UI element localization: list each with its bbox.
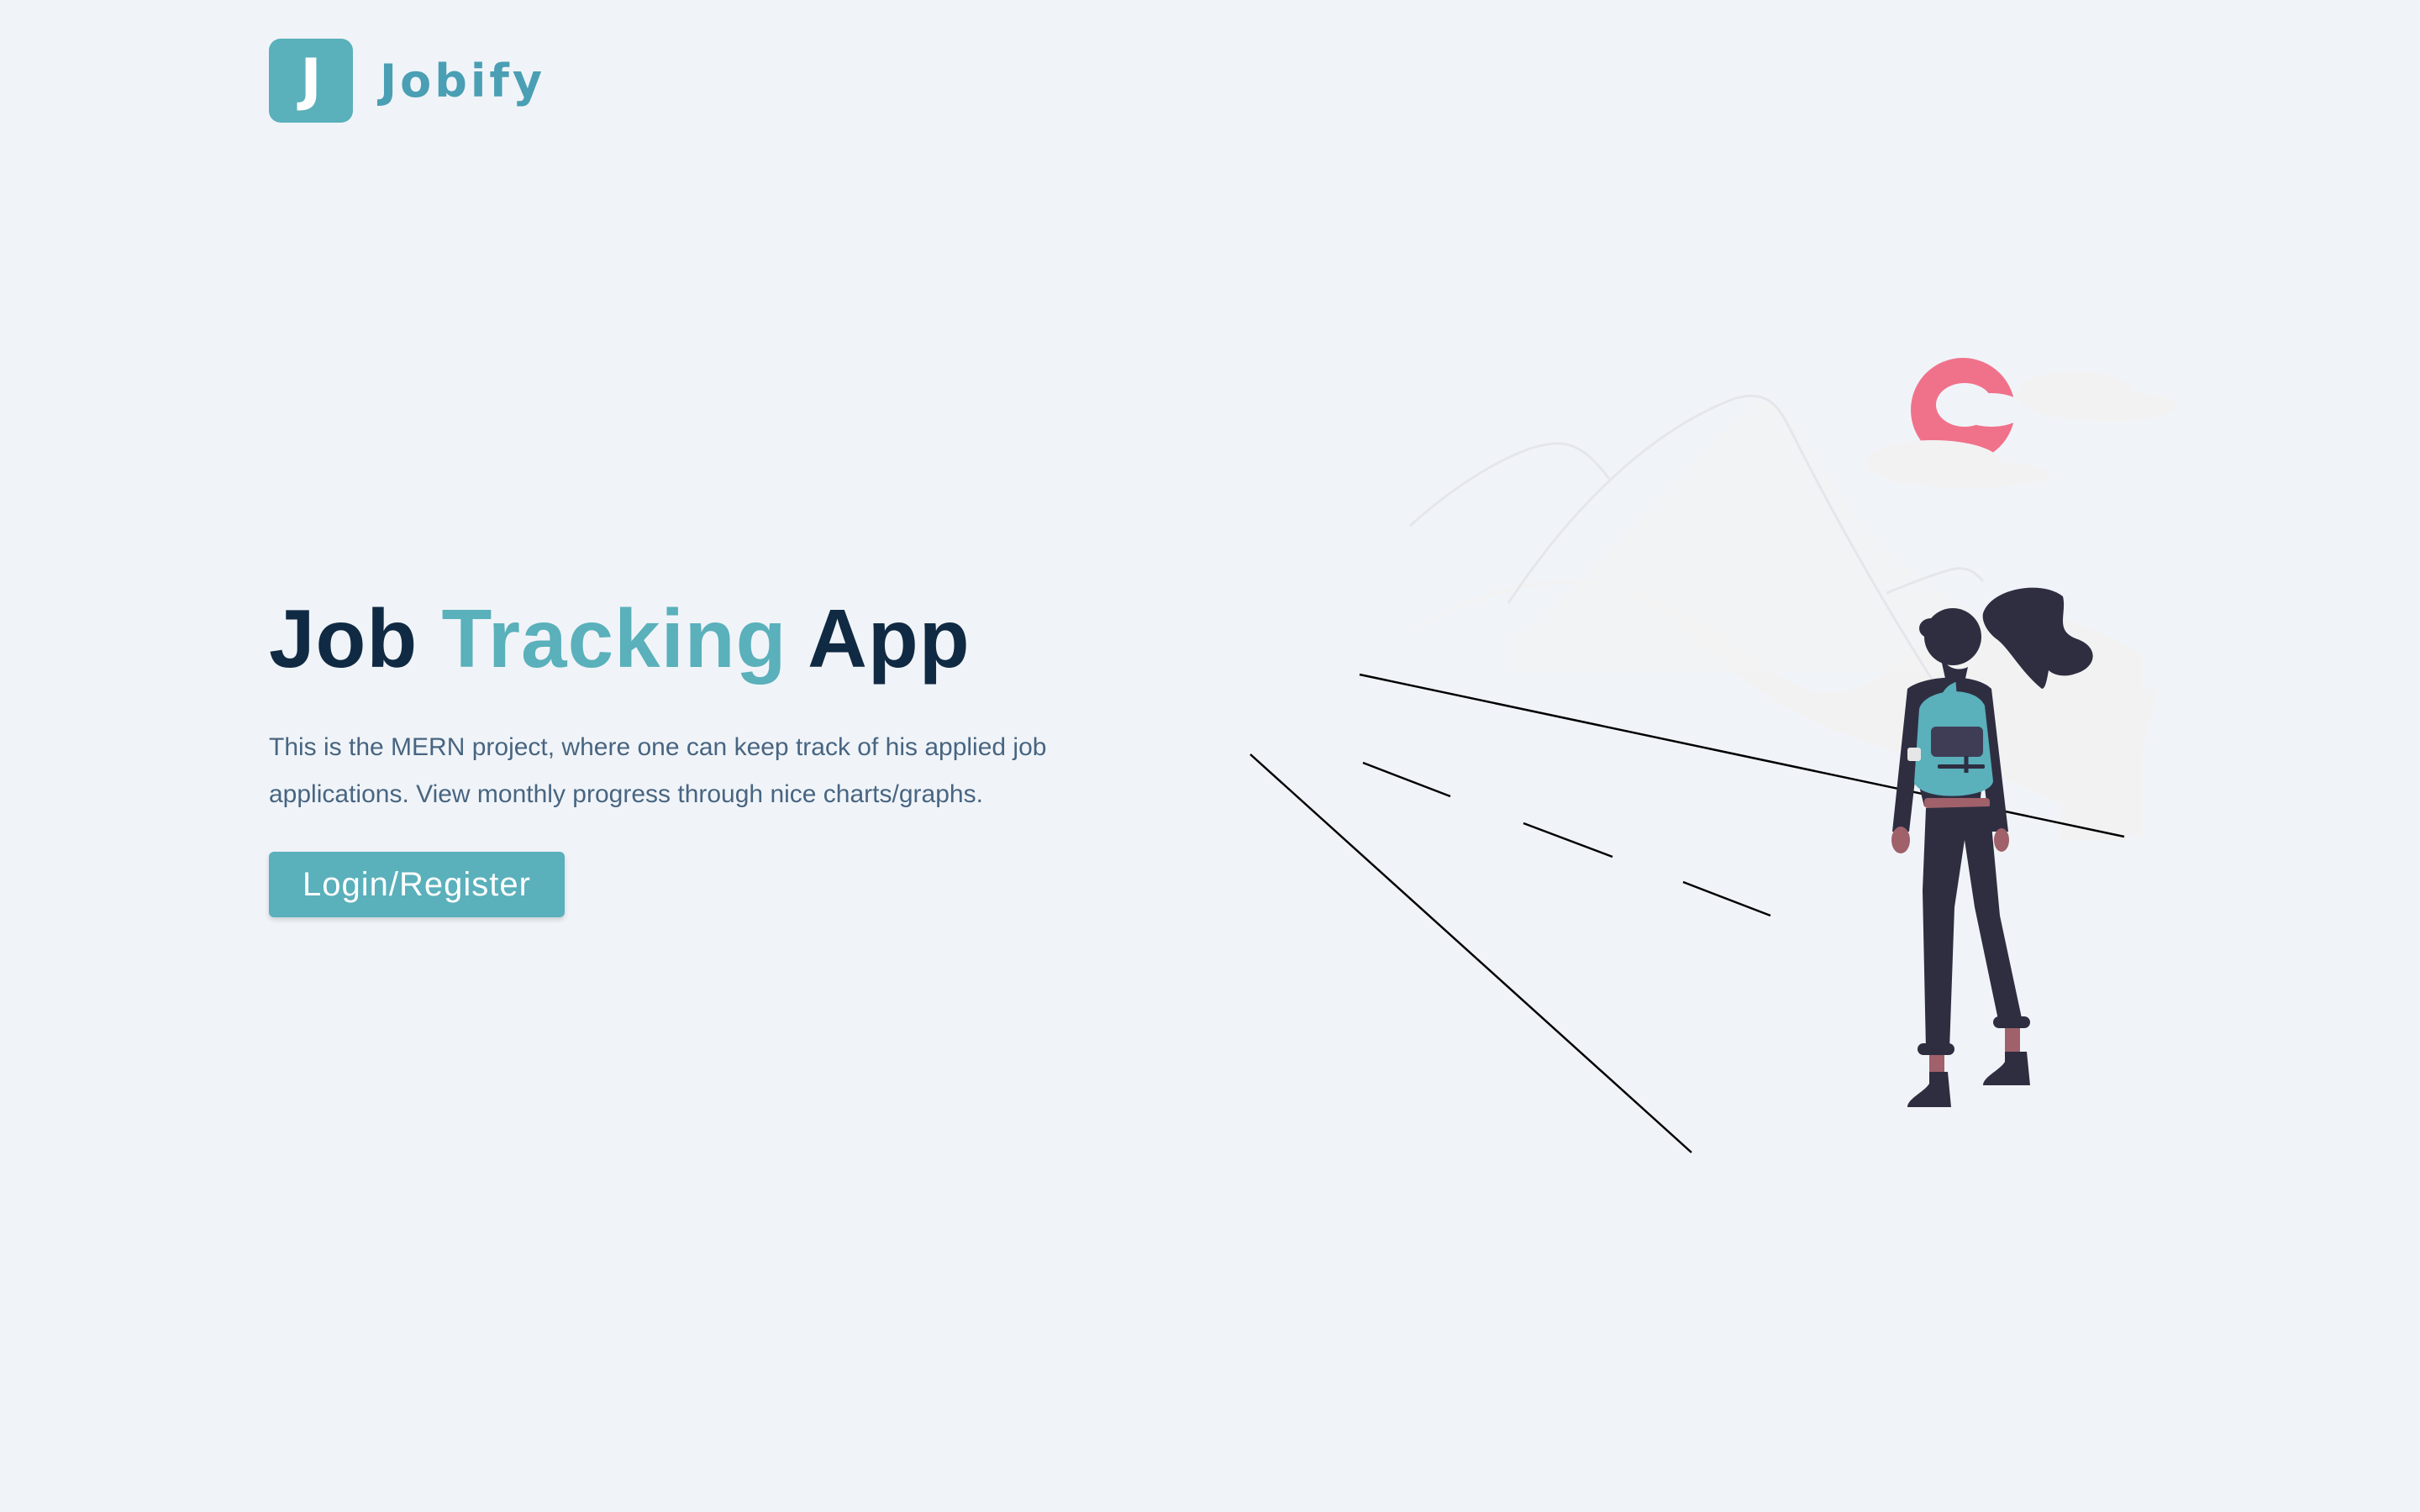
title-part-tracking: Tracking	[441, 592, 787, 685]
logo-letter: J	[300, 47, 322, 113]
hero-section: Job Tracking App This is the MERN projec…	[269, 580, 1109, 917]
logo-icon[interactable]: J	[269, 39, 353, 123]
page-title: Job Tracking App	[269, 580, 1109, 697]
navbar: J Jobify	[269, 39, 545, 123]
hero-description: This is the MERN project, where one can …	[269, 733, 1047, 808]
title-part-app: App	[786, 592, 971, 685]
login-register-button[interactable]: Login/Register	[269, 852, 565, 917]
cloud-graphic	[1865, 371, 2176, 488]
woman-hiker-landscape-illustration-icon	[1249, 358, 2176, 1153]
title-part-job: Job	[269, 592, 442, 685]
brand-name[interactable]: Jobify	[380, 55, 545, 108]
